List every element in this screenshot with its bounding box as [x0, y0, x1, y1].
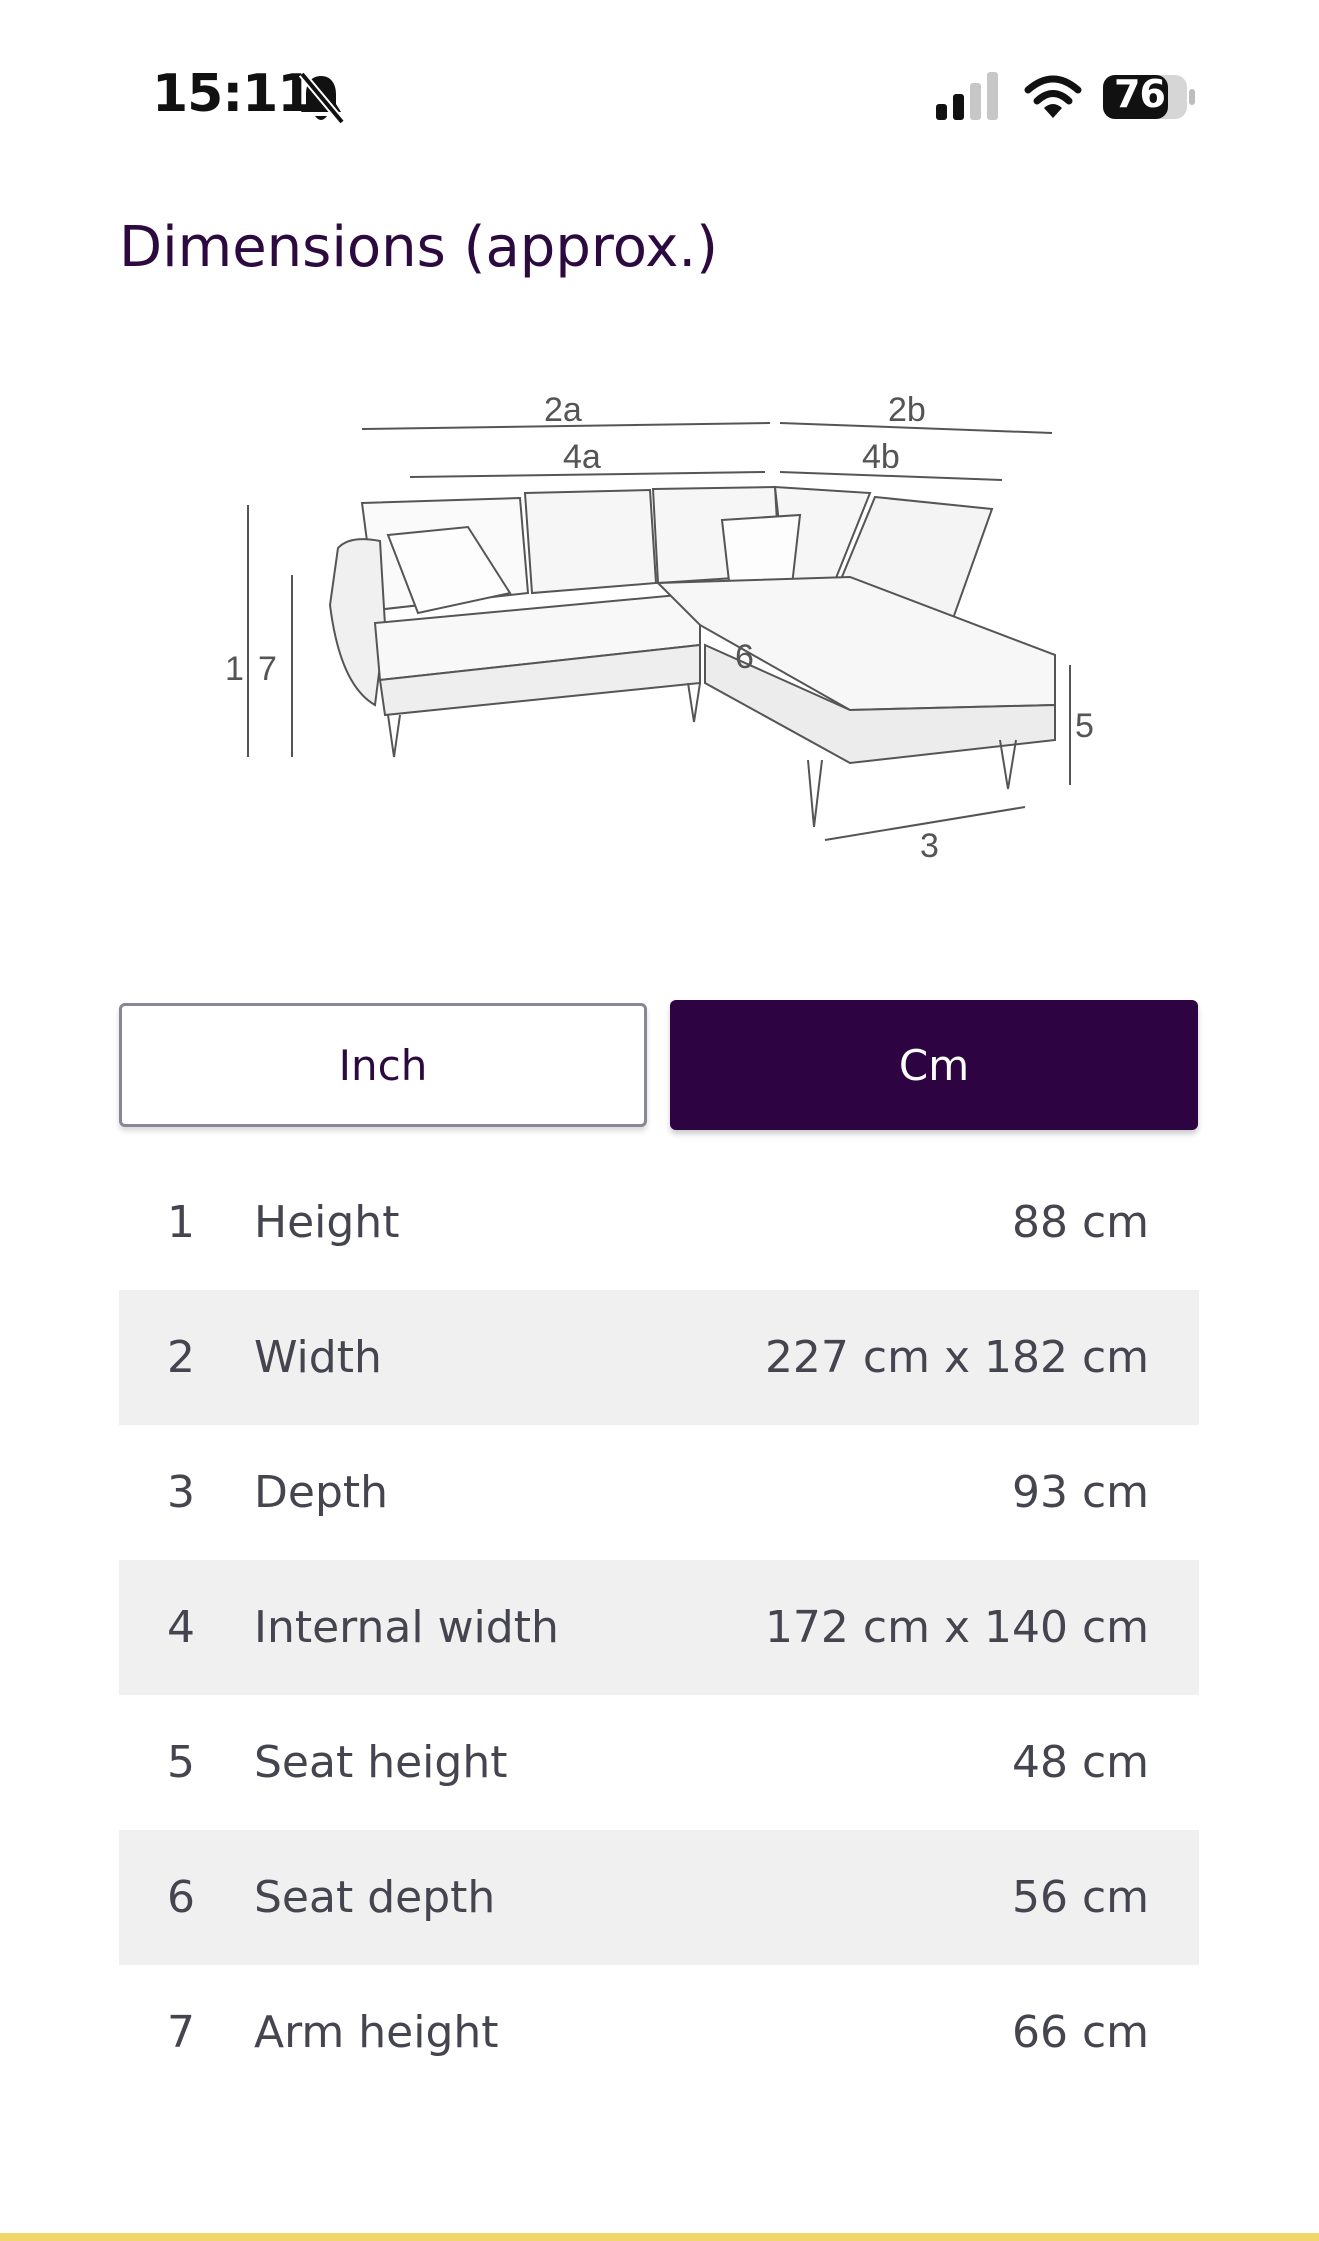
row-number: 2: [167, 1332, 195, 1383]
row-number: 6: [167, 1872, 195, 1923]
diagram-label-4b: 4b: [862, 438, 900, 476]
page-title: Dimensions (approx.): [119, 215, 719, 280]
row-number: 3: [167, 1467, 195, 1518]
table-row: 5 Seat height 48 cm: [119, 1695, 1199, 1830]
diagram-label-1: 1: [225, 650, 244, 688]
row-value: 227 cm x 182 cm: [764, 1332, 1149, 1383]
status-time: 15:11: [152, 64, 314, 124]
row-label: Depth: [254, 1467, 389, 1518]
unit-cm-button[interactable]: Cm: [670, 1000, 1198, 1130]
diagram-label-7: 7: [258, 650, 277, 688]
bell-slash-icon: [298, 71, 346, 125]
table-row: 2 Width 227 cm x 182 cm: [119, 1290, 1199, 1425]
row-number: 4: [167, 1602, 195, 1653]
diagram-label-2b: 2b: [888, 391, 926, 429]
unit-toggle: Inch Cm: [119, 1000, 1199, 1134]
diagram-label-3: 3: [920, 827, 939, 865]
row-number: 7: [167, 2007, 195, 2058]
row-label: Seat height: [254, 1737, 508, 1788]
row-number: 5: [167, 1737, 195, 1788]
diagram-label-2a: 2a: [544, 391, 582, 429]
row-label: Width: [254, 1332, 382, 1383]
bottom-accent-bar: [0, 2233, 1319, 2241]
row-number: 1: [167, 1197, 195, 1248]
cellular-signal-icon: [936, 72, 998, 120]
battery-percent: 76: [1114, 72, 1166, 116]
row-value: 88 cm: [1011, 1197, 1149, 1248]
row-value: 172 cm x 140 cm: [764, 1602, 1149, 1653]
diagram-label-4a: 4a: [563, 438, 601, 476]
dimensions-table: 1 Height 88 cm 2 Width 227 cm x 182 cm 3…: [119, 1155, 1199, 2100]
table-row: 7 Arm height 66 cm: [119, 1965, 1199, 2100]
row-label: Internal width: [254, 1602, 559, 1653]
table-row: 4 Internal width 172 cm x 140 cm: [119, 1560, 1199, 1695]
row-value: 56 cm: [1011, 1872, 1149, 1923]
wifi-icon: [1024, 75, 1082, 118]
row-value: 48 cm: [1011, 1737, 1149, 1788]
row-value: 66 cm: [1011, 2007, 1149, 2058]
row-value: 93 cm: [1011, 1467, 1149, 1518]
row-label: Seat depth: [254, 1872, 496, 1923]
table-row: 1 Height 88 cm: [119, 1155, 1199, 1290]
unit-inch-button[interactable]: Inch: [119, 1003, 647, 1127]
row-label: Arm height: [254, 2007, 499, 2058]
diagram-label-6: 6: [735, 638, 754, 676]
diagram-label-5: 5: [1075, 707, 1094, 745]
row-label: Height: [254, 1197, 400, 1248]
table-row: 6 Seat depth 56 cm: [119, 1830, 1199, 1965]
sofa-dimension-diagram: 2a 2b 4a 4b 1 7 6 5 3: [225, 391, 1094, 865]
table-row: 3 Depth 93 cm: [119, 1425, 1199, 1560]
status-bar: 15:11 76: [0, 0, 1319, 190]
